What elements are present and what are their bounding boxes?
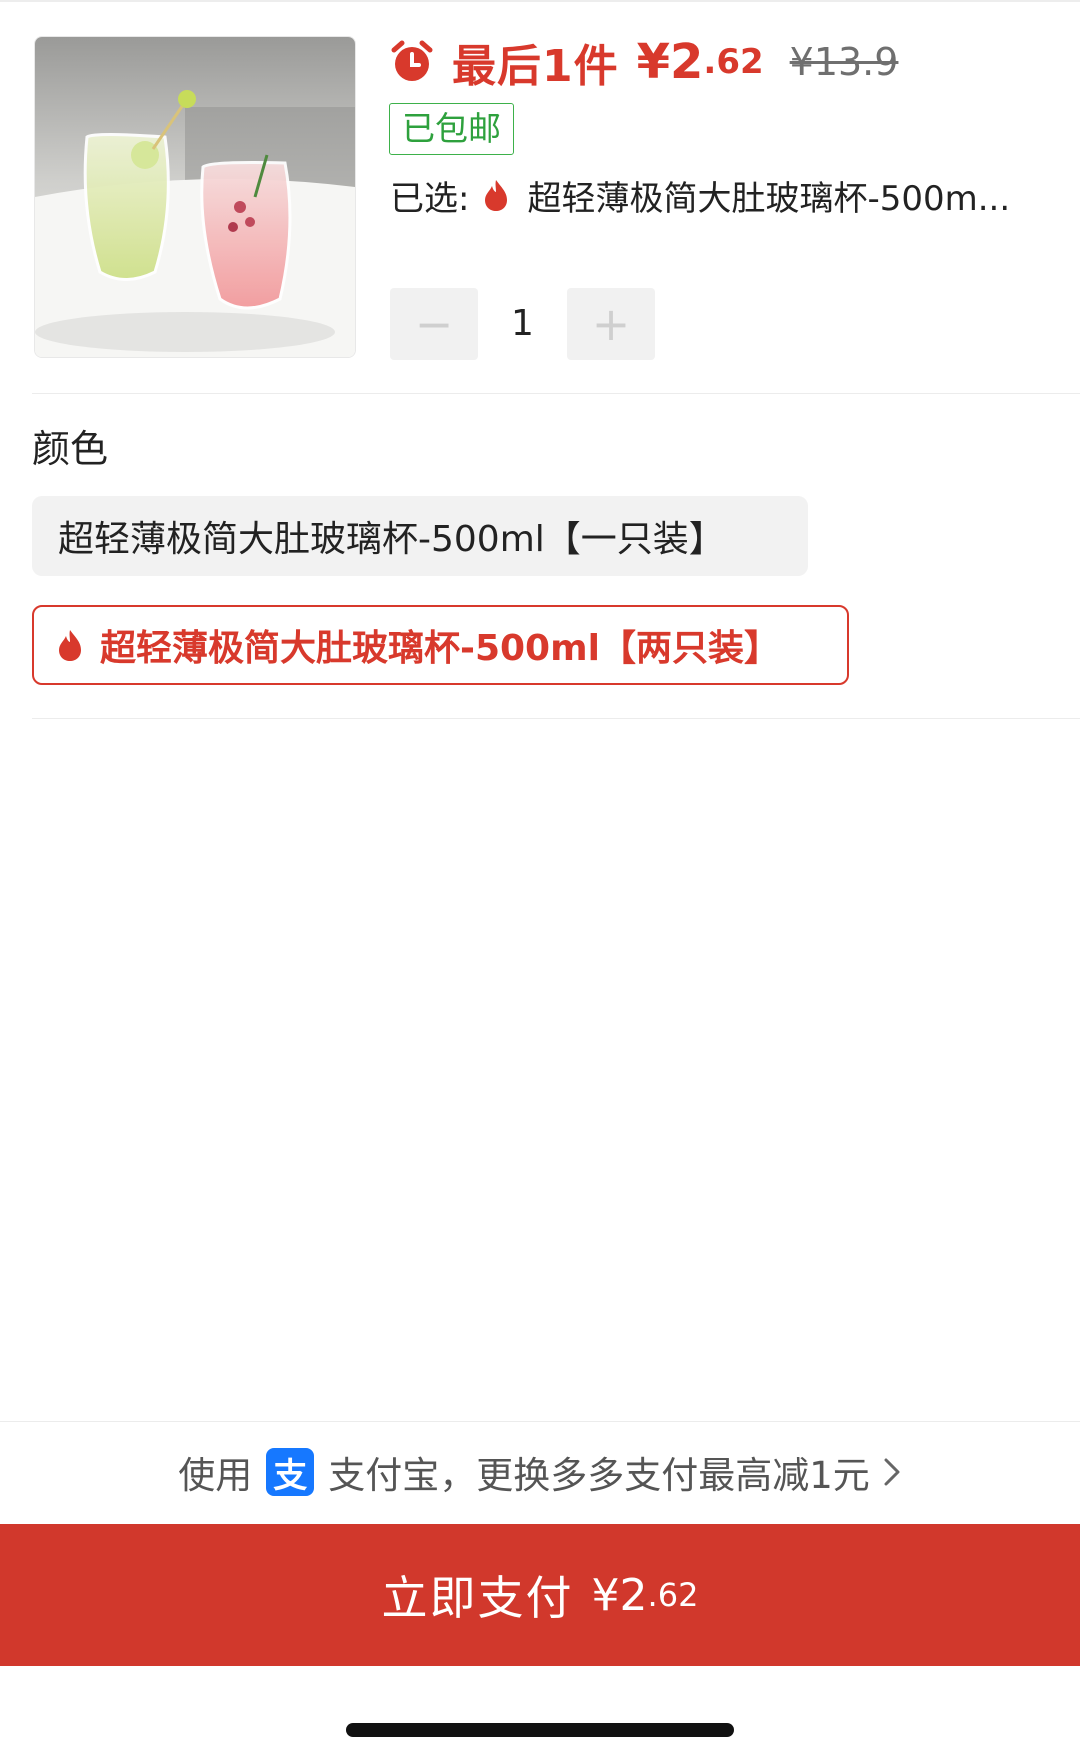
option-label: 超轻薄极简大肚玻璃杯-500ml【一只装】 (58, 519, 725, 560)
original-price: ¥13.9 (789, 40, 899, 84)
product-image[interactable] (34, 36, 356, 358)
flame-icon (485, 180, 508, 211)
flame-icon (59, 630, 81, 661)
payment-method-hint[interactable]: 使用 支 支付宝，更换多多支付最高减1元 (0, 1422, 1080, 1522)
home-indicator[interactable] (346, 1723, 734, 1737)
option-section-title: 颜色 (32, 427, 109, 471)
alipay-icon: 支 (266, 1448, 315, 1496)
quantity-plus-button[interactable]: + (567, 288, 655, 360)
alarm-clock-icon (391, 40, 433, 81)
option-item-single[interactable]: 超轻薄极简大肚玻璃杯-500ml【一只装】 (32, 496, 808, 576)
chevron-right-icon (884, 1458, 900, 1486)
promo-label: 最后1件 (452, 41, 619, 92)
pay-amount: ¥2 (591, 1569, 648, 1621)
payment-hint-prefix: 使用 (178, 1454, 253, 1497)
price-row: 最后1件 ¥2 .62 ¥13.9 (388, 30, 898, 94)
pay-amount-decimal: .62 (647, 1576, 699, 1614)
divider (32, 393, 1080, 394)
free-shipping-badge: 已包邮 (389, 103, 514, 155)
quantity-minus-button[interactable]: − (390, 288, 478, 360)
pay-now-button[interactable]: 立即支付 ¥2 .62 (0, 1524, 1080, 1666)
current-price-decimal: .62 (703, 42, 764, 82)
selected-value: 超轻薄极简大肚玻璃杯-500m... (527, 178, 1011, 219)
pay-button-label: 立即支付 (381, 1571, 574, 1625)
payment-hint-text: 支付宝，更换多多支付最高减1元 (328, 1454, 870, 1497)
product-photo (35, 37, 355, 357)
selected-prefix: 已选: (390, 178, 470, 219)
top-border (0, 0, 1080, 2)
quantity-value[interactable]: 1 (478, 288, 567, 360)
option-item-double-selected[interactable]: 超轻薄极简大肚玻璃杯-500ml【两只装】 (32, 605, 849, 685)
option-label: 超轻薄极简大肚玻璃杯-500ml【两只装】 (100, 628, 780, 669)
selected-spec: 已选: 超轻薄极简大肚玻璃杯-500m... (390, 170, 1050, 220)
divider (32, 718, 1080, 719)
current-price: ¥2 (636, 34, 704, 90)
